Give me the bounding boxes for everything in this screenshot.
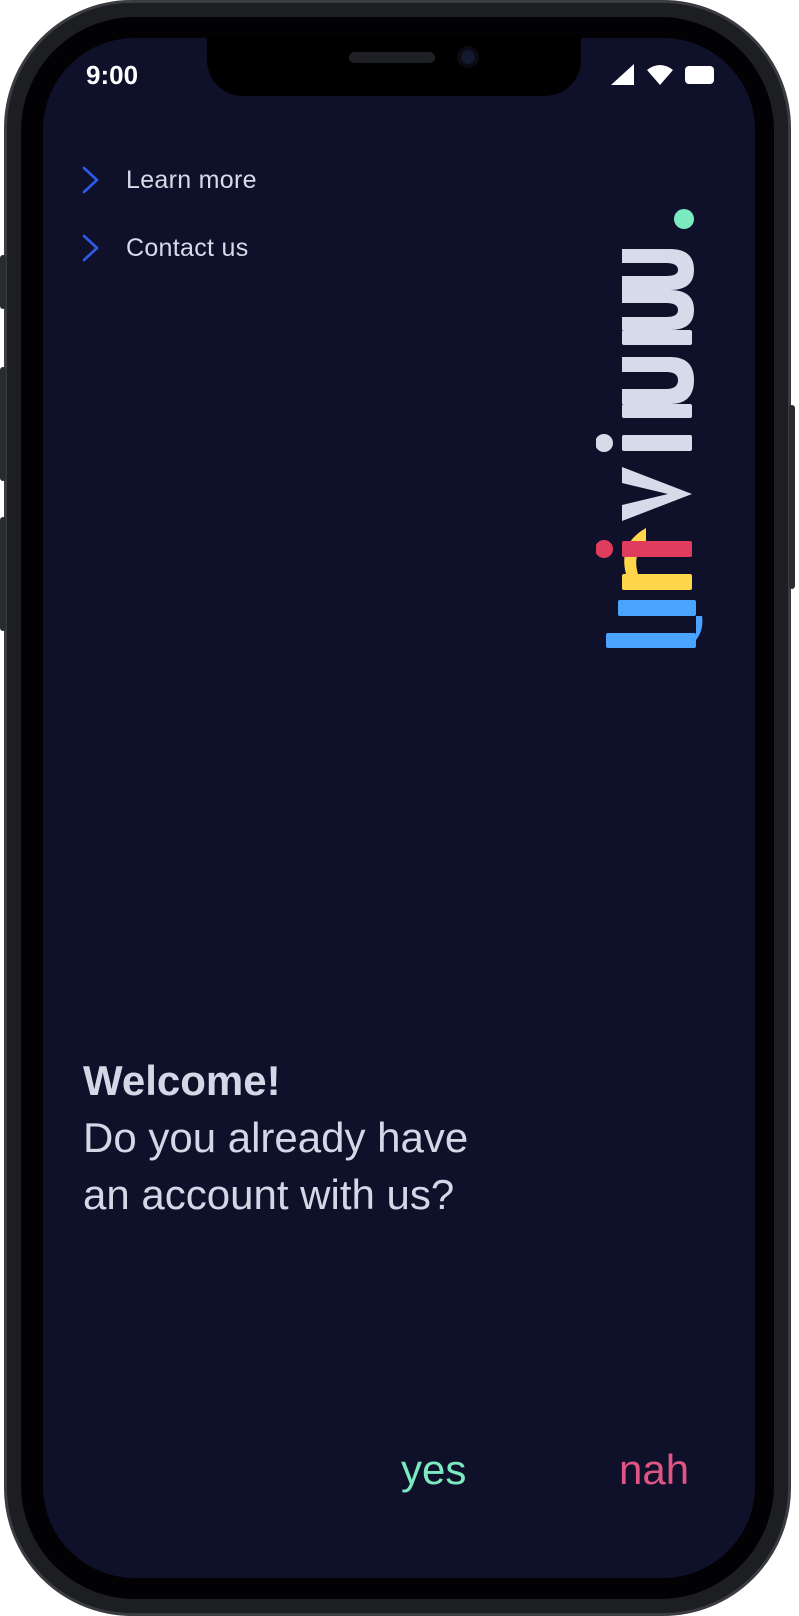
- status-time: 9:00: [86, 60, 139, 90]
- learn-more-label: Learn more: [126, 165, 257, 194]
- notch: [207, 38, 581, 96]
- brand-letter-v: [622, 467, 692, 521]
- brand-logo: [596, 209, 703, 648]
- app-screen: 9:00 Learn more Contact us Welcome! Do y…: [43, 38, 755, 1578]
- chevron-right-icon: [82, 166, 99, 194]
- brand-letter-u: [622, 357, 694, 418]
- welcome-question: Do you already have an account with us?: [83, 1114, 469, 1218]
- brand-letter-t: [606, 600, 703, 648]
- battery-icon: [685, 64, 715, 90]
- chevron-right-icon: [82, 234, 99, 262]
- nah-button[interactable]: nah: [619, 1446, 689, 1494]
- welcome-message: Welcome! Do you already have an account …: [83, 1052, 503, 1223]
- cellular-signal-icon: [611, 64, 635, 90]
- speaker-grille: [349, 52, 435, 63]
- power-button: [789, 405, 795, 589]
- learn-more-link[interactable]: Learn more: [81, 160, 257, 200]
- brand-dot: [674, 209, 694, 229]
- welcome-title: Welcome!: [83, 1057, 281, 1104]
- brand-letter-i-red: [596, 540, 692, 558]
- brand-letter-m: [622, 249, 694, 345]
- status-icons: [611, 64, 715, 90]
- brand-letter-i: [596, 434, 692, 452]
- contact-us-link[interactable]: Contact us: [81, 228, 249, 268]
- contact-us-label: Contact us: [126, 233, 249, 262]
- silent-switch: [0, 255, 6, 309]
- wifi-icon: [647, 64, 673, 90]
- front-camera: [457, 46, 479, 68]
- volume-down-button: [0, 517, 6, 631]
- yes-button[interactable]: yes: [401, 1446, 466, 1494]
- volume-up-button: [0, 367, 6, 481]
- brand-letter-r: [622, 528, 692, 590]
